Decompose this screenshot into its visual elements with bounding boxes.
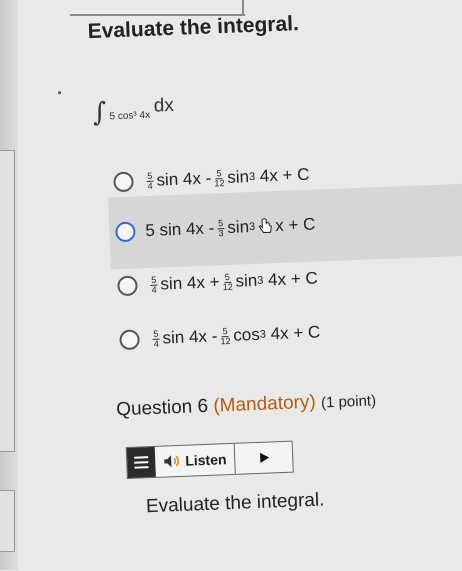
radio-button[interactable]	[113, 171, 134, 193]
fraction: 54	[146, 170, 154, 191]
option-text: 54 sin 4x - 5 12 sin 3 4x + C	[146, 164, 310, 191]
listen-button[interactable]: Listen	[154, 443, 237, 477]
listen-label: Listen	[184, 451, 227, 469]
radio-button[interactable]	[115, 221, 136, 243]
mandatory-label: (Mandatory)	[212, 391, 317, 417]
play-button[interactable]	[235, 442, 293, 474]
integrand: 5 cos³ 4x	[109, 109, 151, 122]
bullet-dot	[57, 91, 62, 95]
fraction: 54	[150, 274, 158, 295]
differential: dx	[153, 94, 175, 117]
option-text: 54 sin 4x + 5 12 sin 3 4x + C	[150, 268, 319, 295]
listen-toolbar: Listen	[125, 440, 294, 479]
option-text: 5 sin 4x - 53 sin 3 x + C	[145, 214, 316, 241]
question-6-heading: Question 6 (Mandatory) (1 point)	[116, 389, 377, 421]
fraction: 5 12	[214, 167, 225, 188]
play-icon	[259, 452, 269, 463]
question-title: Evaluate the integral.	[87, 12, 300, 44]
fraction: 5 12	[220, 325, 231, 346]
menu-icon[interactable]	[126, 446, 156, 478]
question-6-prompt: Evaluate the integral.	[145, 489, 325, 518]
integral-sign-icon: ∫	[92, 97, 107, 129]
radio-button[interactable]	[119, 329, 140, 351]
hand-cursor-icon	[256, 217, 275, 236]
answer-option-4[interactable]: 54 sin 4x - 5 12 cos 3 4x + C	[119, 315, 321, 357]
fraction: 53	[216, 217, 225, 238]
answer-option-3[interactable]: 54 sin 4x + 5 12 sin 3 4x + C	[117, 262, 318, 304]
fraction: 5 12	[222, 271, 233, 292]
quiz-panel: Evaluate the integral. ∫ 5 cos³ 4x dx 54…	[0, 0, 462, 571]
option-text: 54 sin 4x - 5 12 cos 3 4x + C	[152, 322, 321, 349]
fraction: 54	[152, 328, 160, 349]
question-number: Question 6	[115, 395, 209, 421]
points-label: (1 point)	[320, 392, 377, 412]
integral-expression: ∫ 5 cos³ 4x dx	[92, 95, 174, 128]
radio-button[interactable]	[117, 275, 138, 297]
side-frame-lower	[0, 490, 15, 552]
speaker-icon	[164, 455, 180, 468]
